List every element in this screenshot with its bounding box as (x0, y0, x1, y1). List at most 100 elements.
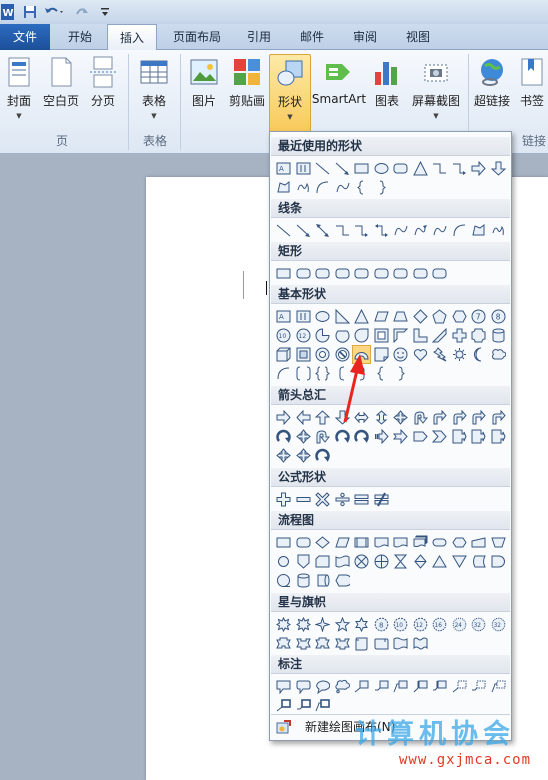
shape-n7-icon[interactable]: 7 (470, 308, 487, 325)
tab-page-layout[interactable]: 页面布局 (162, 24, 232, 50)
shape-ribbon2-icon[interactable] (334, 635, 351, 652)
shape-curvea-icon[interactable] (412, 222, 429, 239)
shape-cloud-icon[interactable] (490, 346, 507, 363)
shape-magdisk-icon[interactable] (295, 572, 312, 589)
shape-dwave-icon[interactable] (412, 635, 429, 652)
shape-s32-icon[interactable]: 32 (490, 616, 507, 633)
shape-quad-icon[interactable] (295, 447, 312, 464)
shape-uturn-icon[interactable] (314, 428, 331, 445)
shape-scroll-icon[interactable] (353, 635, 370, 652)
shape-cross-icon[interactable] (451, 327, 468, 344)
shape-bb2-icon[interactable] (295, 697, 312, 714)
shape-penta-icon[interactable] (431, 308, 448, 325)
shape-heart-icon[interactable] (412, 346, 429, 363)
shape-scribble-icon[interactable] (490, 222, 507, 239)
shape-notch-icon[interactable] (392, 428, 409, 445)
shape-ribbon-icon[interactable] (275, 635, 292, 652)
shape-bolt-icon[interactable] (431, 346, 448, 363)
shape-brr-icon[interactable] (373, 179, 390, 196)
shape-oval-icon[interactable] (373, 160, 390, 177)
shape-burst-icon[interactable] (275, 616, 292, 633)
shape-line-icon[interactable] (275, 222, 292, 239)
shape-rtri-icon[interactable] (334, 308, 351, 325)
shape-process-icon[interactable] (275, 534, 292, 551)
shape-manop-icon[interactable] (490, 534, 507, 551)
shape-div-icon[interactable] (334, 491, 351, 508)
tab-home[interactable]: 开始 (56, 24, 104, 50)
shape-quad-icon[interactable] (275, 447, 292, 464)
save-icon[interactable] (22, 3, 38, 21)
shape-s24-icon[interactable]: 24 (451, 616, 468, 633)
screenshot-button[interactable]: 屏幕截图 ▼ (408, 54, 464, 134)
shape-nb1-icon[interactable] (451, 678, 468, 695)
chart-button[interactable]: 图表 (370, 54, 404, 134)
shape-halff-icon[interactable] (392, 327, 409, 344)
bookmark-button[interactable]: 书签 (516, 54, 548, 134)
shape-tape-icon[interactable] (334, 553, 351, 570)
shape-s10-icon[interactable]: 10 (392, 616, 409, 633)
shape-n10-icon[interactable]: 10 (275, 327, 292, 344)
shape-rrect-icon[interactable] (295, 265, 312, 282)
shape-manin-icon[interactable] (470, 534, 487, 551)
shape-plus-icon[interactable] (275, 491, 292, 508)
shape-card-icon[interactable] (314, 553, 331, 570)
shape-star6-icon[interactable] (353, 616, 370, 633)
shape-rect-icon[interactable] (275, 265, 292, 282)
shape-pent-icon[interactable] (412, 428, 429, 445)
page-break-button[interactable]: 分页 (86, 54, 120, 134)
shape-seq-icon[interactable] (275, 572, 292, 589)
shape-rrect-icon[interactable] (431, 265, 448, 282)
shape-eq-icon[interactable] (353, 491, 370, 508)
tab-file[interactable]: 文件 (0, 24, 50, 50)
blank-page-button[interactable]: 空白页 (40, 54, 82, 134)
shape-arc-icon[interactable] (314, 179, 331, 196)
redo-icon[interactable] (72, 3, 94, 21)
shape-pie-icon[interactable] (314, 327, 331, 344)
shape-n12-icon[interactable]: 12 (295, 327, 312, 344)
shape-nb3-icon[interactable] (490, 678, 507, 695)
shape-sort-icon[interactable] (412, 553, 429, 570)
shape-s32-icon[interactable]: 32 (470, 616, 487, 633)
shape-donut-icon[interactable] (314, 346, 331, 363)
customize-icon[interactable] (98, 3, 112, 21)
shape-bent-icon[interactable] (470, 409, 487, 426)
shape-collate-icon[interactable] (392, 553, 409, 570)
shape-conn-icon[interactable] (275, 553, 292, 570)
shape-line-icon[interactable] (314, 160, 331, 177)
shape-alt-icon[interactable] (295, 534, 312, 551)
shape-elbowa-icon[interactable] (451, 160, 468, 177)
shape-rrect-icon[interactable] (373, 265, 390, 282)
shape-vtxt-icon[interactable] (295, 308, 312, 325)
shape-dbrk-icon[interactable] (295, 365, 312, 382)
shape-elbowa-icon[interactable] (353, 222, 370, 239)
shape-rarr-icon[interactable] (470, 160, 487, 177)
shape-rrect-icon[interactable] (392, 265, 409, 282)
shape-curve-icon[interactable] (392, 222, 409, 239)
shape-rect-icon[interactable] (353, 160, 370, 177)
word-icon[interactable]: W (0, 3, 14, 21)
shape-bent-icon[interactable] (431, 409, 448, 426)
shape-doc-icon[interactable] (392, 534, 409, 551)
shape-predef-icon[interactable] (353, 534, 370, 551)
shape-display-icon[interactable] (334, 572, 351, 589)
shape-chord-icon[interactable] (334, 327, 351, 344)
shape-circarr-icon[interactable] (314, 447, 331, 464)
shape-minus-icon[interactable] (295, 491, 312, 508)
shape-bent-icon[interactable] (490, 409, 507, 426)
shape-prep-icon[interactable] (451, 534, 468, 551)
shape-stored-icon[interactable] (470, 553, 487, 570)
shape-line1-icon[interactable] (353, 678, 370, 695)
shape-arc-icon[interactable] (275, 365, 292, 382)
shape-callout-icon[interactable] (490, 428, 507, 445)
shape-bevel-icon[interactable] (295, 346, 312, 363)
shape-wedgeoval-icon[interactable] (314, 678, 331, 695)
shape-tri-icon[interactable] (412, 160, 429, 177)
shape-para-icon[interactable] (373, 308, 390, 325)
shape-arrow-icon[interactable] (334, 160, 351, 177)
shape-rrect-icon[interactable] (334, 265, 351, 282)
cover-page-button[interactable]: 封面 ▼ (2, 54, 36, 134)
shape-freeform-icon[interactable] (275, 179, 292, 196)
shape-brl-icon[interactable] (373, 365, 390, 382)
shape-uarr-icon[interactable] (314, 409, 331, 426)
shape-decision-icon[interactable] (314, 534, 331, 551)
